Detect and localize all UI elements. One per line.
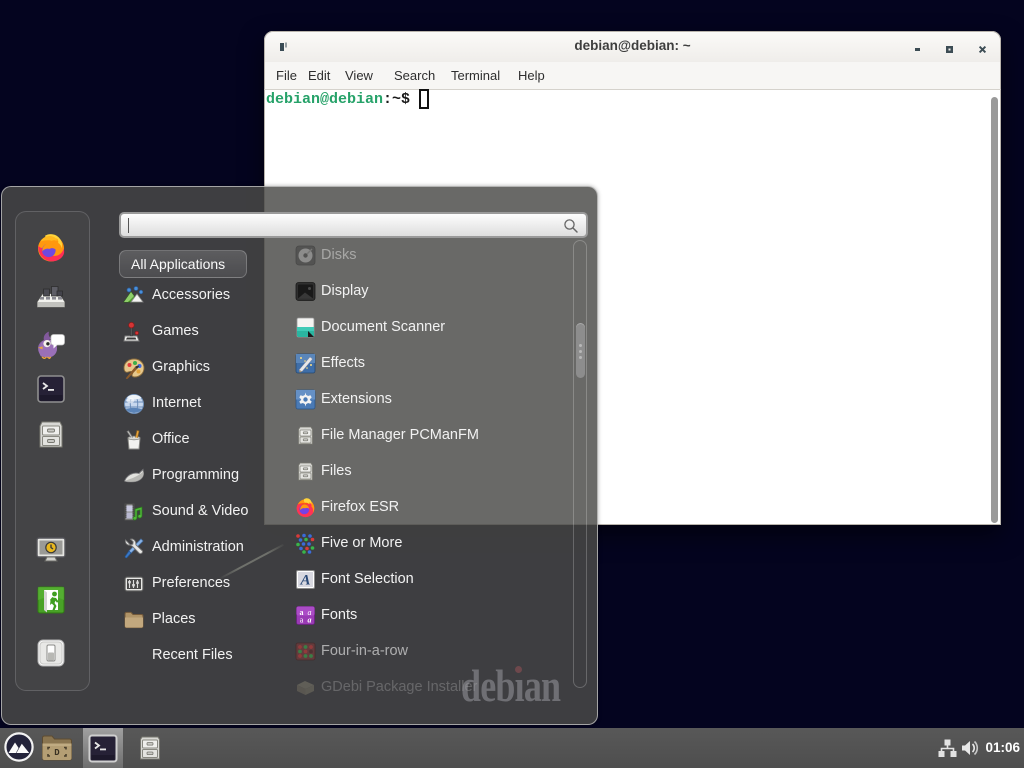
svg-text:a: a xyxy=(300,616,304,625)
svg-text:D: D xyxy=(54,748,60,758)
svg-text:A: A xyxy=(299,573,310,589)
svg-text:a: a xyxy=(308,616,312,625)
